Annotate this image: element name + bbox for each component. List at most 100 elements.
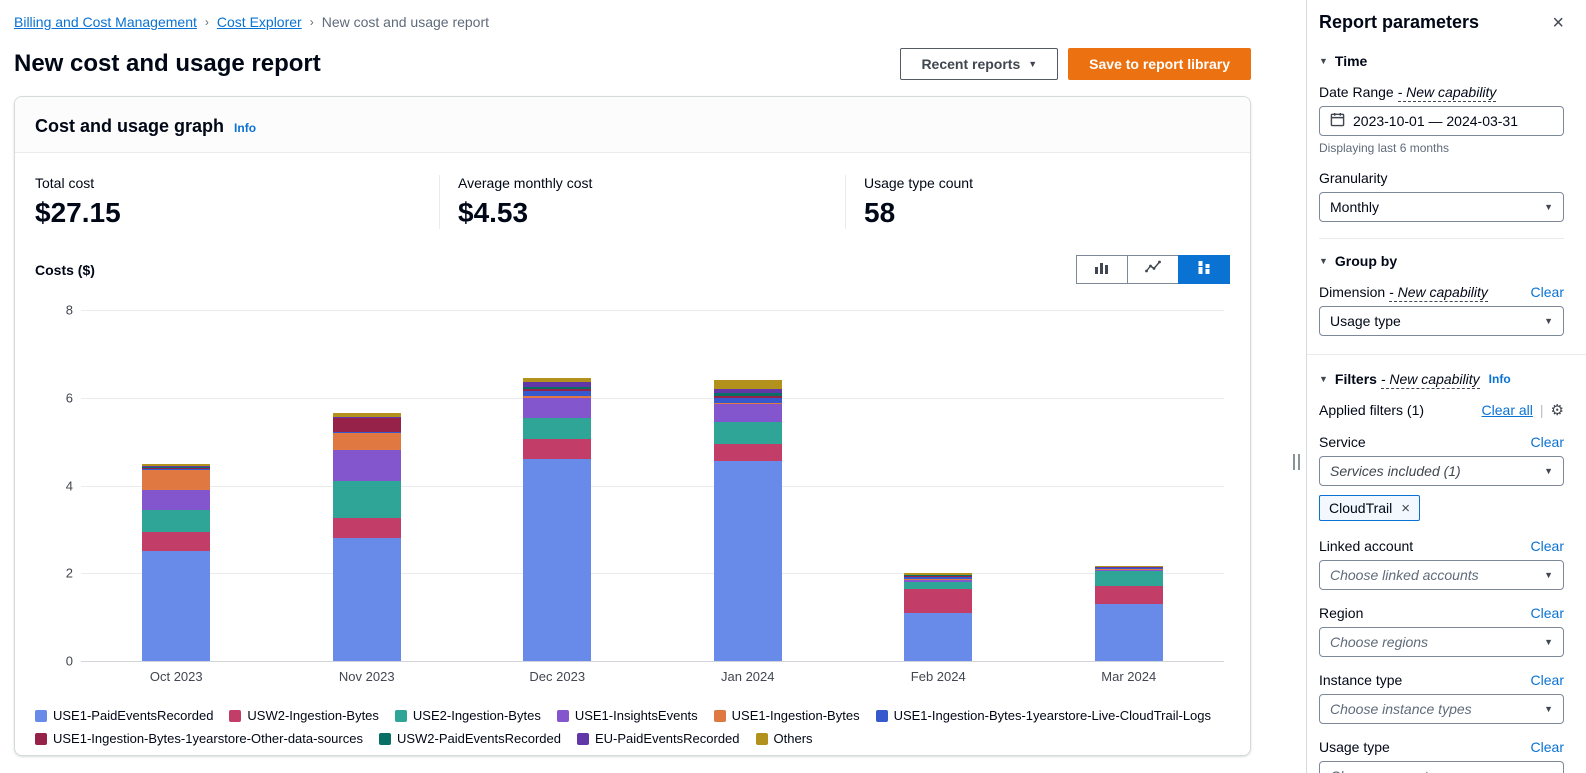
chevron-down-icon: ▼ bbox=[1319, 374, 1328, 384]
close-icon[interactable]: × bbox=[1552, 13, 1564, 33]
dimension-clear-link[interactable]: Clear bbox=[1531, 284, 1564, 300]
service-clear-link[interactable]: Clear bbox=[1531, 434, 1564, 450]
legend-swatch bbox=[577, 733, 589, 745]
time-section-header[interactable]: ▼ Time bbox=[1319, 53, 1564, 69]
stacked-bar[interactable] bbox=[904, 573, 972, 661]
bar-segment[interactable] bbox=[333, 418, 401, 431]
bar-segment[interactable] bbox=[1095, 586, 1163, 604]
legend-item[interactable]: USE1-Ingestion-Bytes-1yearstore-Live-Clo… bbox=[876, 708, 1211, 723]
sidebar-header: Report parameters × bbox=[1319, 12, 1564, 33]
chevron-down-icon: ▼ bbox=[1544, 202, 1553, 212]
token-label: CloudTrail bbox=[1329, 500, 1392, 516]
bar-segment[interactable] bbox=[523, 418, 591, 440]
service-select[interactable]: Services included (1) ▼ bbox=[1319, 456, 1564, 486]
region-clear-link[interactable]: Clear bbox=[1531, 605, 1564, 621]
usage-type-select[interactable]: Choose usage types ▼ bbox=[1319, 761, 1564, 773]
legend-item[interactable]: Others bbox=[756, 731, 813, 746]
group-by-section-header[interactable]: ▼ Group by bbox=[1319, 253, 1564, 269]
bar-segment[interactable] bbox=[142, 470, 210, 490]
legend-item[interactable]: USW2-Ingestion-Bytes bbox=[229, 708, 379, 723]
linked-account-placeholder: Choose linked accounts bbox=[1330, 567, 1479, 583]
instance-type-label-row: Instance type Clear bbox=[1319, 672, 1564, 688]
bar-segment[interactable] bbox=[142, 551, 210, 661]
y-tick-label: 6 bbox=[39, 390, 73, 405]
cost-usage-graph-panel: Cost and usage graph Info Total cost $27… bbox=[14, 96, 1251, 756]
bar-segment[interactable] bbox=[333, 518, 401, 538]
stacked-bar[interactable] bbox=[714, 380, 782, 661]
chart-y-axis-title: Costs ($) bbox=[35, 262, 95, 278]
filters-info-link[interactable]: Info bbox=[1489, 372, 1511, 386]
stacked-bar[interactable] bbox=[142, 464, 210, 661]
breadcrumb-link-billing[interactable]: Billing and Cost Management bbox=[14, 14, 197, 30]
bar-segment[interactable] bbox=[142, 532, 210, 552]
instance-type-clear-link[interactable]: Clear bbox=[1531, 672, 1564, 688]
summary-stats: Total cost $27.15 Average monthly cost $… bbox=[15, 153, 1250, 241]
bar-segment[interactable] bbox=[333, 450, 401, 481]
bar-segment[interactable] bbox=[904, 589, 972, 613]
save-to-report-library-button[interactable]: Save to report library bbox=[1068, 48, 1251, 80]
clear-all-link[interactable]: Clear all bbox=[1482, 402, 1533, 418]
sidebar-title: Report parameters bbox=[1319, 12, 1479, 33]
bar-segment[interactable] bbox=[714, 404, 782, 422]
filters-section-header[interactable]: ▼ Filters - New capability Info bbox=[1319, 371, 1564, 387]
linked-account-clear-link[interactable]: Clear bbox=[1531, 538, 1564, 554]
instance-type-select[interactable]: Choose instance types ▼ bbox=[1319, 694, 1564, 724]
bar-segment[interactable] bbox=[714, 461, 782, 661]
panel-header: Cost and usage graph Info bbox=[15, 97, 1250, 153]
linked-account-select[interactable]: Choose linked accounts ▼ bbox=[1319, 560, 1564, 590]
gear-icon[interactable]: ⚙ bbox=[1551, 401, 1564, 419]
line-chart-toggle-button[interactable] bbox=[1127, 255, 1179, 284]
bar-segment[interactable] bbox=[333, 481, 401, 518]
stacked-bar[interactable] bbox=[333, 413, 401, 661]
bar-segment[interactable] bbox=[904, 582, 972, 589]
legend-item[interactable]: USE2-Ingestion-Bytes bbox=[395, 708, 541, 723]
splitter-handle[interactable] bbox=[1293, 454, 1300, 470]
bar-segment[interactable] bbox=[904, 613, 972, 661]
chevron-down-icon: ▼ bbox=[1028, 59, 1037, 69]
legend-label: USW2-Ingestion-Bytes bbox=[247, 708, 379, 723]
dimension-select[interactable]: Usage type ▼ bbox=[1319, 306, 1564, 336]
line-chart-icon bbox=[1145, 259, 1161, 280]
bar-segment[interactable] bbox=[714, 444, 782, 462]
usage-type-label: Usage type bbox=[1319, 739, 1390, 755]
usage-type-placeholder: Choose usage types bbox=[1330, 768, 1458, 773]
region-select[interactable]: Choose regions ▼ bbox=[1319, 627, 1564, 657]
bar-segment[interactable] bbox=[142, 510, 210, 532]
granularity-select[interactable]: Monthly ▼ bbox=[1319, 192, 1564, 222]
legend-item[interactable]: USW2-PaidEventsRecorded bbox=[379, 731, 561, 746]
breadcrumb-link-cost-explorer[interactable]: Cost Explorer bbox=[217, 14, 302, 30]
legend-item[interactable]: EU-PaidEventsRecorded bbox=[577, 731, 740, 746]
bar-segment[interactable] bbox=[714, 380, 782, 389]
legend-item[interactable]: USE1-PaidEventsRecorded bbox=[35, 708, 213, 723]
stacked-bar-chart-toggle-button[interactable] bbox=[1178, 255, 1230, 284]
chart-toolbar: Costs ($) bbox=[35, 255, 1230, 284]
region-placeholder: Choose regions bbox=[1330, 634, 1428, 650]
bar-segment[interactable] bbox=[1095, 604, 1163, 661]
token-dismiss-icon[interactable]: × bbox=[1401, 501, 1410, 516]
bar-segment[interactable] bbox=[142, 490, 210, 510]
info-link[interactable]: Info bbox=[234, 121, 256, 135]
bar-chart-toggle-button[interactable] bbox=[1076, 255, 1128, 284]
legend-item[interactable]: USE1-InsightsEvents bbox=[557, 708, 698, 723]
bar-segment[interactable] bbox=[1095, 571, 1163, 586]
stacked-bar[interactable] bbox=[1095, 566, 1163, 661]
linked-account-label: Linked account bbox=[1319, 538, 1413, 554]
date-range-input[interactable]: 2023-10-01 — 2024-03-31 bbox=[1319, 106, 1564, 136]
date-range-value: 2023-10-01 — 2024-03-31 bbox=[1353, 113, 1518, 129]
bar-segment[interactable] bbox=[714, 422, 782, 444]
recent-reports-button[interactable]: Recent reports ▼ bbox=[900, 48, 1058, 80]
legend-item[interactable]: USE1-Ingestion-Bytes-1yearstore-Other-da… bbox=[35, 731, 363, 746]
report-parameters-panel: Report parameters × ▼ Time Date Range - … bbox=[1306, 0, 1586, 773]
bar-segment[interactable] bbox=[523, 439, 591, 459]
bar-segment[interactable] bbox=[523, 398, 591, 418]
bar-segment[interactable] bbox=[523, 459, 591, 661]
bar-column bbox=[1034, 310, 1225, 661]
usage-type-clear-link[interactable]: Clear bbox=[1531, 739, 1564, 755]
stacked-bar[interactable] bbox=[523, 378, 591, 661]
granularity-label: Granularity bbox=[1319, 170, 1387, 186]
region-label: Region bbox=[1319, 605, 1363, 621]
legend-item[interactable]: USE1-Ingestion-Bytes bbox=[714, 708, 860, 723]
bar-segment[interactable] bbox=[333, 538, 401, 661]
x-tick-label: Dec 2023 bbox=[462, 669, 653, 684]
bar-segment[interactable] bbox=[333, 433, 401, 451]
